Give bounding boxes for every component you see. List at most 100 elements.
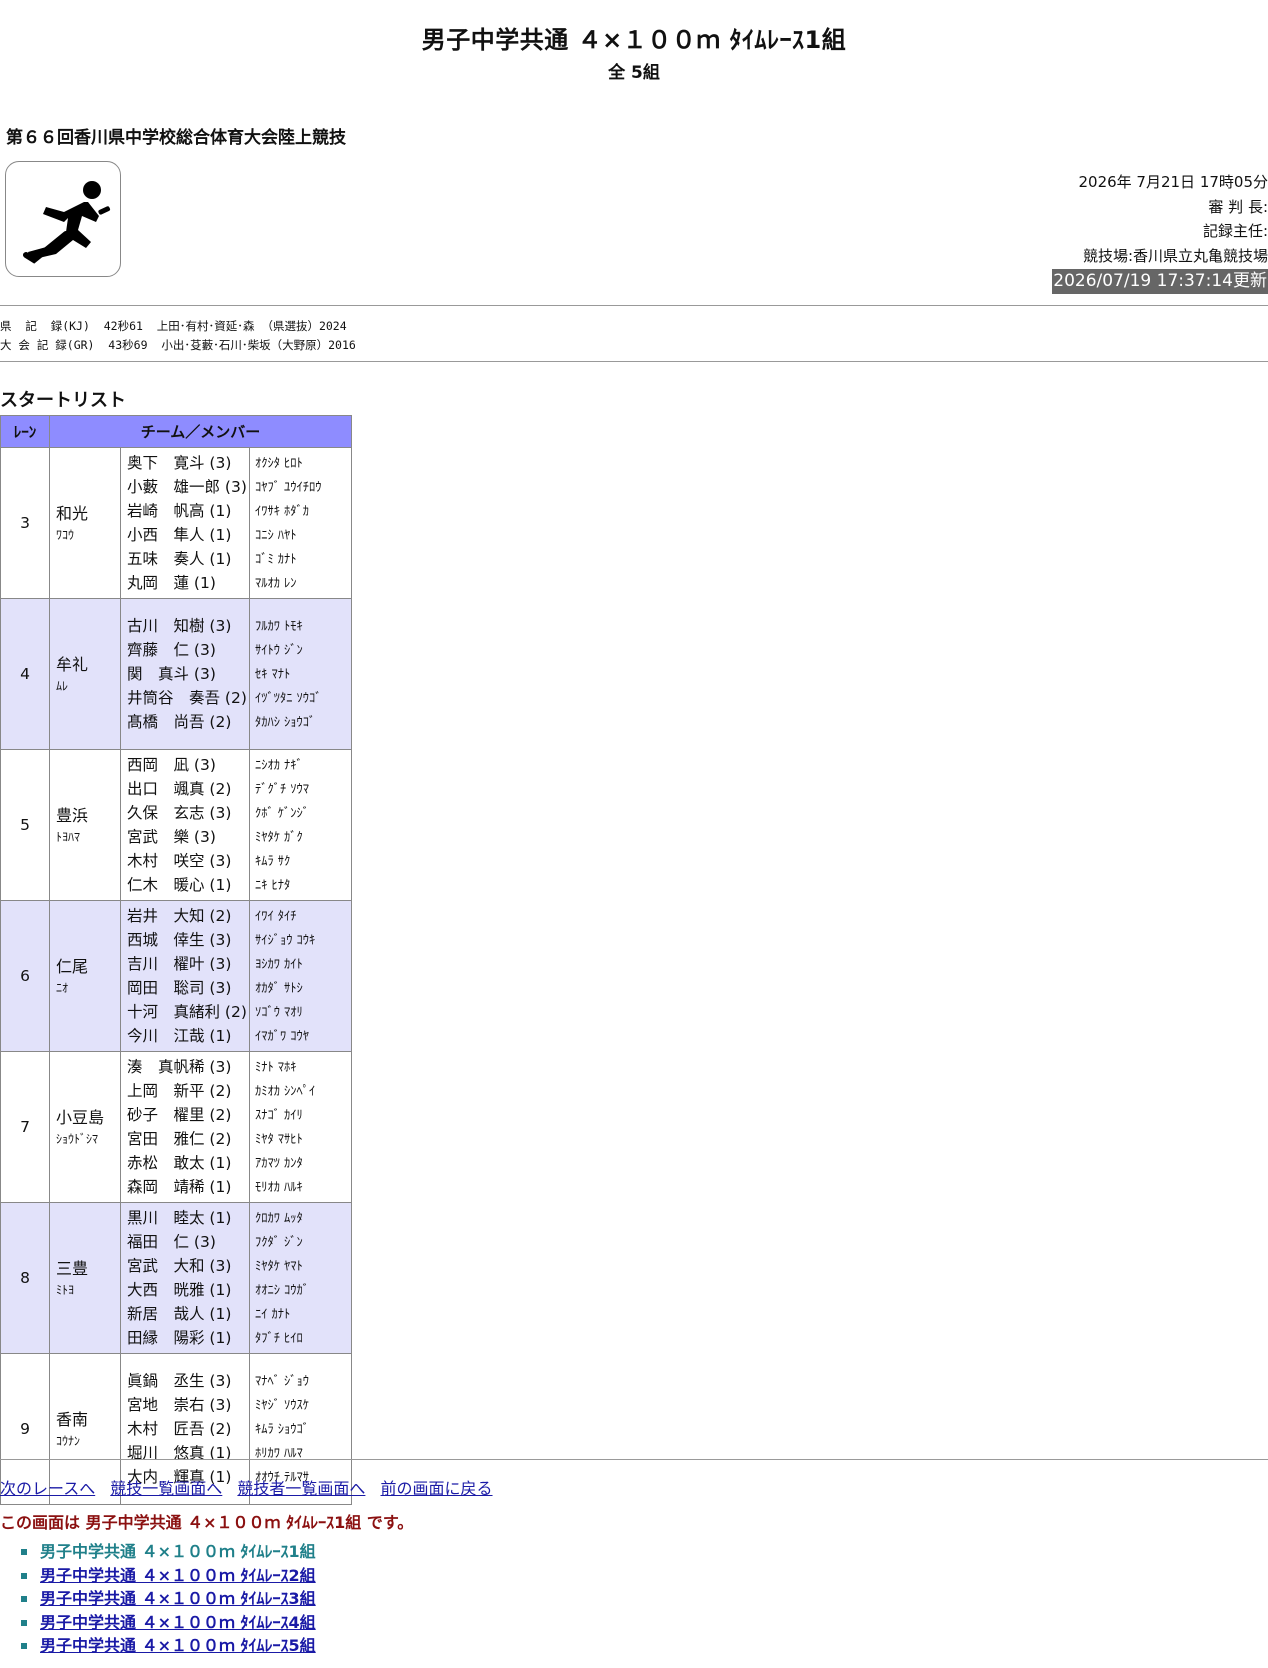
member-kana: ﾐﾔｼﾞ ｿｳｽｹ [255, 1397, 309, 1412]
member-kana: ｵｸｼﾀ ﾋﾛﾄ [255, 455, 303, 470]
lane-number: 8 [0, 1202, 50, 1354]
member-name: 丸岡 蓮 (1) [127, 574, 216, 592]
member-kana: ｵｶﾀﾞ ｻﾄｼ [255, 980, 303, 995]
records: 県 記 録(KJ) 42秒61 上田･有村･資延･森 （県選抜）2024 大 会 … [0, 317, 356, 355]
member-name: 黒川 睦太 (1) [127, 1209, 232, 1227]
member-name: 岩崎 帆高 (1) [127, 502, 232, 520]
member-name: 田縁 陽彩 (1) [127, 1329, 232, 1347]
members-kana-cell: ﾌﾙｶﾜ ﾄﾓｷ ｻｲﾄｳ ｼﾞﾝ ｾｷ ﾏﾅﾄ ｲﾂﾞﾂﾀﾆ ｿｳｺﾞ ﾀｶﾊｼ ｼｮ… [249, 598, 352, 750]
team-name: 三豊 [56, 1259, 89, 1278]
member-kana: ｺﾆｼ ﾊﾔﾄ [255, 527, 297, 542]
member-kana: ｿｺﾞｳ ﾏｵﾘ [255, 1004, 303, 1019]
member-kana: ｲﾜｻｷ ﾎﾀﾞｶ [255, 503, 309, 518]
members-cell: 古川 知樹 (3) 齊藤 仁 (3) 関 真斗 (3) 井筒谷 奏吾 (2) 髙橋 尚吾… [120, 598, 250, 750]
member-kana: ｾｷ ﾏﾅﾄ [255, 666, 291, 681]
member-name: 上岡 新平 (2) [127, 1082, 232, 1100]
venue: 競技場:香川県立丸亀競技場 [1082, 246, 1268, 265]
member-name: 五味 奏人 (1) [127, 550, 232, 568]
member-name: 木村 咲空 (3) [127, 852, 232, 870]
startlist-title: スタートリスト [0, 390, 126, 411]
member-name: 福田 仁 (3) [127, 1233, 216, 1251]
member-name: 奥下 寛斗 (3) [127, 454, 232, 472]
table-row: 7 小豆島 ｼｮｳﾄﾞｼﾏ 湊 真帆稀 (3) 上岡 新平 (2) 砂子 櫂里 (2) 宮田… [0, 1051, 352, 1203]
member-name: 大西 晄雅 (1) [127, 1281, 232, 1299]
recorder-label: 記録主任: [1202, 222, 1268, 240]
lane-number: 4 [0, 598, 50, 750]
member-kana: ﾀｶﾊｼ ｼｮｳｺﾞ [255, 714, 316, 729]
next-race-link[interactable]: 次のレースへ [0, 1479, 95, 1498]
member-kana: ﾀﾌﾞﾁ ﾋｲﾛ [255, 1330, 303, 1345]
team-kana: ﾄﾖﾊﾏ [56, 830, 81, 844]
members-kana-cell: ｵｸｼﾀ ﾋﾛﾄ ｺﾔﾌﾞ ﾕｳｲﾁﾛｳ ｲﾜｻｷ ﾎﾀﾞｶ ｺﾆｼ ﾊﾔﾄ ｺﾞﾐ ｶ… [249, 447, 352, 599]
race-item-current: 男子中学共通 ４×１００ｍ ﾀｲﾑﾚｰｽ1組 [21, 1540, 316, 1564]
member-name: 十河 真緒利 (2) [127, 1003, 247, 1021]
sprinter-icon [5, 161, 121, 277]
event-list-link[interactable]: 競技一覧画面へ [110, 1479, 222, 1498]
table-row: 3 和光 ﾜｺｳ 奥下 寛斗 (3) 小藪 雄一郎 (3) 岩崎 帆高 (1) 小西 隼人 … [0, 447, 352, 599]
team-cell: 豊浜 ﾄﾖﾊﾏ [49, 749, 121, 901]
table-row: 6 仁尾 ﾆｵ 岩井 大知 (2) 西城 倖生 (3) 吉川 櫂叶 (3) 岡田 聡司 (3… [0, 900, 352, 1052]
member-kana: ｻｲｼﾞｮｳ ｺｳｷ [255, 932, 316, 947]
divider [0, 1459, 1268, 1460]
member-kana: ｶﾐｵｶ ｼﾝﾍﾟｲ [255, 1083, 316, 1098]
member-kana: ﾖｼｶﾜ ｶｲﾄ [255, 956, 303, 971]
member-name: 久保 玄志 (3) [127, 804, 232, 822]
member-name: 新居 哉人 (1) [127, 1305, 232, 1323]
member-name: 宮武 大和 (3) [127, 1257, 232, 1275]
member-kana: ﾏﾅﾍﾞ ｼﾞｮｳ [255, 1373, 309, 1388]
referee-label: 審 判 長: [1208, 197, 1268, 216]
members-cell: 西岡 凪 (3) 出口 颯真 (2) 久保 玄志 (3) 宮武 樂 (3) 木村 咲空 … [120, 749, 250, 901]
race-item: 男子中学共通 ４×１００ｍ ﾀｲﾑﾚｰｽ5組 [21, 1634, 316, 1658]
page-title: 男子中学共通 ４×１００ｍ ﾀｲﾑﾚｰｽ1組 [421, 26, 847, 54]
race-link-2[interactable]: 男子中学共通 ４×１００ｍ ﾀｲﾑﾚｰｽ2組 [40, 1566, 316, 1585]
member-name: 木村 匠吾 (2) [127, 1420, 232, 1438]
team-header: チーム／メンバー [49, 415, 352, 448]
current-screen-note: この画面は 男子中学共通 ４×１００ｍ ﾀｲﾑﾚｰｽ1組 です。 [0, 1513, 414, 1532]
race-link-4[interactable]: 男子中学共通 ４×１００ｍ ﾀｲﾑﾚｰｽ4組 [40, 1613, 316, 1632]
page-subtitle: 全 5組 [608, 63, 660, 83]
member-name: 吉川 櫂叶 (3) [127, 955, 232, 973]
divider [0, 361, 1268, 362]
member-kana: ｸﾎﾞ ｹﾞﾝｼﾞ [255, 805, 309, 820]
lane-number: 3 [0, 447, 50, 599]
member-kana: ｲﾜｲ ﾀｲﾁ [255, 908, 297, 923]
table-row: 8 三豊 ﾐﾄﾖ 黒川 睦太 (1) 福田 仁 (3) 宮武 大和 (3) 大西 晄雅 (1… [0, 1202, 352, 1354]
member-name: 森岡 靖稀 (1) [127, 1178, 232, 1196]
team-name: 牟礼 [56, 655, 89, 674]
member-name: 仁木 暖心 (1) [127, 876, 232, 894]
race-item: 男子中学共通 ４×１００ｍ ﾀｲﾑﾚｰｽ4組 [21, 1611, 316, 1635]
member-kana: ｵｵﾆｼ ｺｳｶﾞ [255, 1282, 309, 1297]
lane-header: ﾚｰﾝ [0, 415, 50, 448]
member-kana: ﾆｲ ｶﾅﾄ [255, 1306, 291, 1321]
team-name: 仁尾 [56, 957, 89, 976]
race-link-3[interactable]: 男子中学共通 ４×１００ｍ ﾀｲﾑﾚｰｽ3組 [40, 1589, 316, 1608]
athlete-list-link[interactable]: 競技者一覧画面へ [237, 1479, 365, 1498]
race-link-5[interactable]: 男子中学共通 ４×１００ｍ ﾀｲﾑﾚｰｽ5組 [40, 1636, 316, 1655]
team-kana: ﾑﾚ [56, 679, 69, 693]
divider [0, 305, 1268, 306]
member-name: 砂子 櫂里 (2) [127, 1106, 232, 1124]
member-kana: ﾐﾔﾀ ﾏｻﾋﾄ [255, 1131, 303, 1146]
back-link[interactable]: 前の画面に戻る [381, 1479, 493, 1498]
member-kana: ｺﾔﾌﾞ ﾕｳｲﾁﾛｳ [255, 479, 322, 494]
member-name: 西岡 凪 (3) [127, 756, 216, 774]
member-name: 出口 颯真 (2) [127, 780, 232, 798]
member-kana: ｲﾏｶﾞﾜ ｺｳﾔ [255, 1028, 309, 1043]
team-cell: 仁尾 ﾆｵ [49, 900, 121, 1052]
members-kana-cell: ｲﾜｲ ﾀｲﾁ ｻｲｼﾞｮｳ ｺｳｷ ﾖｼｶﾜ ｶｲﾄ ｵｶﾀﾞ ｻﾄｼ ｿｺﾞｳ ﾏｵ… [249, 900, 352, 1052]
team-cell: 和光 ﾜｺｳ [49, 447, 121, 599]
member-kana: ﾐﾔﾀｹ ﾔﾏﾄ [255, 1258, 303, 1273]
members-kana-cell: ｸﾛｶﾜ ﾑｯﾀ ﾌｸﾀﾞ ｼﾞﾝ ﾐﾔﾀｹ ﾔﾏﾄ ｵｵﾆｼ ｺｳｶﾞ ﾆｲ ｶﾅﾄ ﾀ… [249, 1202, 352, 1354]
member-kana: ｱｶﾏﾂ ｶﾝﾀ [255, 1155, 303, 1170]
lane-number: 6 [0, 900, 50, 1052]
members-cell: 湊 真帆稀 (3) 上岡 新平 (2) 砂子 櫂里 (2) 宮田 雅仁 (2) 赤松 敢… [120, 1051, 250, 1203]
member-name: 赤松 敢太 (1) [127, 1154, 232, 1172]
member-kana: ｷﾑﾗ ｼｮｳｺﾞ [255, 1421, 309, 1436]
member-name: 齊藤 仁 (3) [127, 641, 216, 659]
member-kana: ｻｲﾄｳ ｼﾞﾝ [255, 642, 303, 657]
member-kana: ﾐﾅﾄ ﾏﾎｷ [255, 1059, 297, 1074]
team-name: 豊浜 [56, 806, 89, 825]
updated-badge: 2026/07/19 17:37:14更新 [1052, 269, 1268, 294]
member-name: 湊 真帆稀 (3) [127, 1058, 232, 1076]
member-kana: ｺﾞﾐ ｶﾅﾄ [255, 551, 297, 566]
